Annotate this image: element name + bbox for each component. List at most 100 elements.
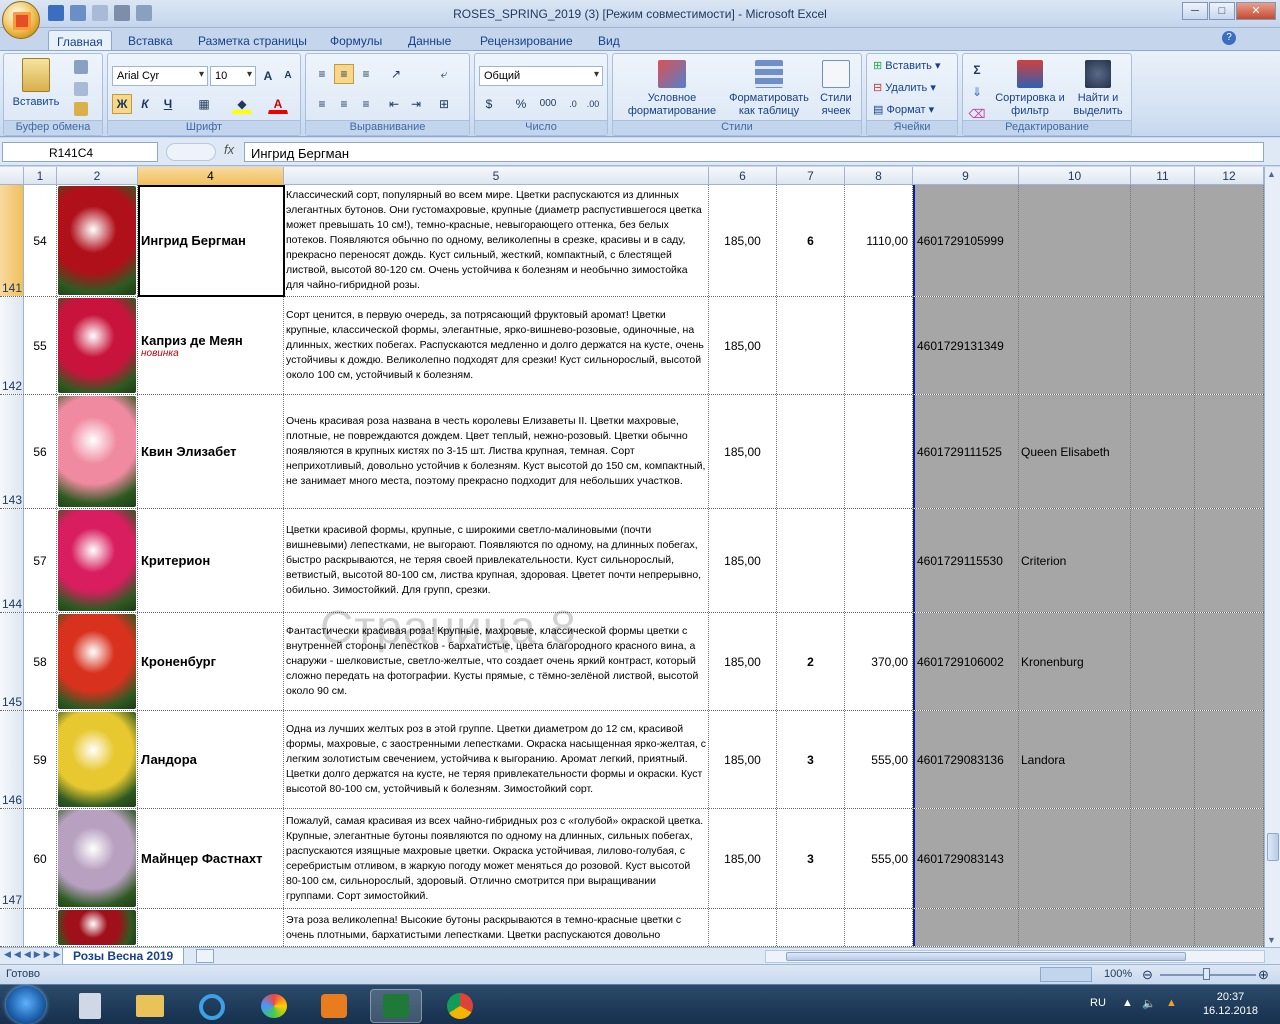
cell-number[interactable]: 60 (24, 809, 57, 908)
cell-variety[interactable]: Каприз де Меян новинка (138, 297, 284, 394)
scroll-thumb[interactable] (1267, 833, 1279, 861)
cell-price[interactable]: 185,00 (709, 711, 777, 808)
find-select-button[interactable]: Найти и выделить (1067, 60, 1129, 118)
table-row[interactable]: 143 56 Квин Элизабет Очень красивая роза на… (0, 395, 1264, 509)
chrome-icon[interactable] (434, 989, 486, 1023)
cell-description[interactable]: Цветки красивой формы, крупные, с широки… (284, 509, 709, 612)
italic-button[interactable]: К (135, 94, 155, 114)
cell-number[interactable] (24, 909, 57, 946)
format-as-table-button[interactable]: Форматировать как таблицу (725, 60, 813, 118)
cell-empty[interactable] (1195, 185, 1264, 296)
cell-barcode[interactable]: 4601729106002 (913, 613, 1019, 710)
cell-sum[interactable]: 555,00 (845, 809, 913, 908)
cell-description[interactable]: Одна из лучших желтых роз в этой группе.… (284, 711, 709, 808)
table-row[interactable]: 144 57 Критерион Цветки красивой формы, кру… (0, 509, 1264, 613)
hscroll-thumb[interactable] (786, 952, 1186, 961)
row-header[interactable]: 143 (0, 395, 24, 508)
currency-icon[interactable]: $ (479, 94, 499, 114)
maximize-button[interactable]: □ (1209, 2, 1235, 20)
office-button[interactable] (2, 1, 40, 39)
sheet-nav-icons[interactable]: ◀◀◀▶▶▶ (4, 949, 64, 960)
cell-empty[interactable] (1131, 613, 1195, 710)
row-header[interactable]: 144 (0, 509, 24, 612)
cell-latin-name[interactable] (1019, 809, 1131, 908)
excel-taskbar-icon[interactable] (370, 989, 422, 1023)
cell-price[interactable]: 185,00 (709, 809, 777, 908)
help-icon[interactable]: ? (1222, 31, 1236, 45)
merge-center-icon[interactable]: ⊞ (434, 94, 454, 114)
cell-empty[interactable] (1195, 711, 1264, 808)
cell-price[interactable]: 185,00 (709, 613, 777, 710)
cell-photo[interactable] (57, 297, 138, 394)
cell-variety[interactable]: Ландора (138, 711, 284, 808)
cell-sum[interactable]: 555,00 (845, 711, 913, 808)
font-name-combo[interactable]: Arial Cyr (112, 66, 208, 86)
media-player-icon[interactable] (308, 989, 360, 1023)
cell-variety[interactable] (138, 909, 284, 946)
cell-description[interactable]: Фантастически красивая роза! Крупные, ма… (284, 613, 709, 710)
format-painter-icon[interactable] (74, 102, 88, 116)
zoom-in-icon[interactable]: ⊕ (1258, 967, 1269, 983)
column-header[interactable]: 7 (777, 167, 845, 185)
align-left-icon[interactable]: ≡ (312, 94, 332, 114)
cell-latin-name[interactable] (1019, 909, 1131, 946)
thousands-button[interactable]: 000 (535, 94, 561, 114)
name-box[interactable]: R141C4 (2, 142, 158, 162)
cell-photo[interactable] (57, 809, 138, 908)
scroll-down-icon[interactable]: ▼ (1267, 935, 1276, 945)
cell-number[interactable]: 55 (24, 297, 57, 394)
cell-latin-name[interactable]: Kronenburg (1019, 613, 1131, 710)
cell-sum[interactable] (845, 297, 913, 394)
cell-description[interactable]: Эта роза великолепна! Высокие бутоны рас… (284, 909, 709, 946)
start-button[interactable] (6, 986, 46, 1024)
view-buttons[interactable] (1040, 967, 1092, 982)
paint-icon[interactable] (248, 989, 300, 1023)
decrease-indent-icon[interactable]: ⇤ (384, 94, 404, 114)
cell-quantity[interactable]: 6 (777, 185, 845, 296)
column-header[interactable]: 1 (24, 167, 57, 185)
internet-explorer-icon[interactable] (186, 989, 238, 1023)
cell-barcode[interactable]: 4601729083136 (913, 711, 1019, 808)
cell-quantity[interactable] (777, 509, 845, 612)
tab-formulas[interactable]: Формулы (322, 30, 390, 50)
column-header[interactable]: 10 (1019, 167, 1131, 185)
tab-data[interactable]: Данные (400, 30, 459, 50)
cell-empty[interactable] (1195, 509, 1264, 612)
underline-button[interactable]: Ч (158, 94, 178, 114)
language-indicator[interactable]: RU (1090, 997, 1106, 1009)
delete-cells-button[interactable]: ⊟ Удалить ▾ (873, 82, 936, 95)
cell-number[interactable]: 58 (24, 613, 57, 710)
zoom-level[interactable]: 100% (1104, 968, 1132, 980)
cell-sum[interactable] (845, 509, 913, 612)
new-sheet-icon[interactable] (196, 949, 214, 963)
minimize-button[interactable]: ─ (1182, 2, 1208, 20)
borders-icon[interactable]: ▦ (194, 94, 214, 114)
cell-number[interactable]: 59 (24, 711, 57, 808)
cell-empty[interactable] (1195, 613, 1264, 710)
calculator-icon[interactable] (64, 989, 116, 1023)
cell-description[interactable]: Сорт ценится, в первую очередь, за потря… (284, 297, 709, 394)
fill-icon[interactable]: ⇓ (967, 82, 987, 102)
align-bottom-icon[interactable]: ≡ (356, 64, 376, 84)
cell-latin-name[interactable]: Criterion (1019, 509, 1131, 612)
cell-sum[interactable] (845, 395, 913, 508)
cell-latin-name[interactable] (1019, 297, 1131, 394)
cell-photo[interactable] (57, 613, 138, 710)
scroll-up-icon[interactable]: ▲ (1267, 169, 1276, 179)
cell-quantity[interactable]: 2 (777, 613, 845, 710)
cell-empty[interactable] (1131, 395, 1195, 508)
tab-review[interactable]: Рецензирование (472, 30, 581, 50)
tab-page-layout[interactable]: Разметка страницы (190, 30, 315, 50)
cell-barcode[interactable]: 4601729115530 (913, 509, 1019, 612)
cell-barcode[interactable] (913, 909, 1019, 946)
orientation-icon[interactable]: ↗ (386, 64, 406, 84)
column-header[interactable]: 2 (57, 167, 138, 185)
cell-description[interactable]: Очень красивая роза названа в честь коро… (284, 395, 709, 508)
formula-input[interactable]: Ингрид Бергман (244, 142, 1264, 162)
cell-price[interactable]: 185,00 (709, 185, 777, 296)
cell-photo[interactable] (57, 185, 138, 296)
close-button[interactable]: ✕ (1236, 2, 1276, 20)
cut-icon[interactable] (74, 60, 88, 74)
select-all-corner[interactable] (0, 167, 24, 185)
cell-empty[interactable] (1195, 395, 1264, 508)
